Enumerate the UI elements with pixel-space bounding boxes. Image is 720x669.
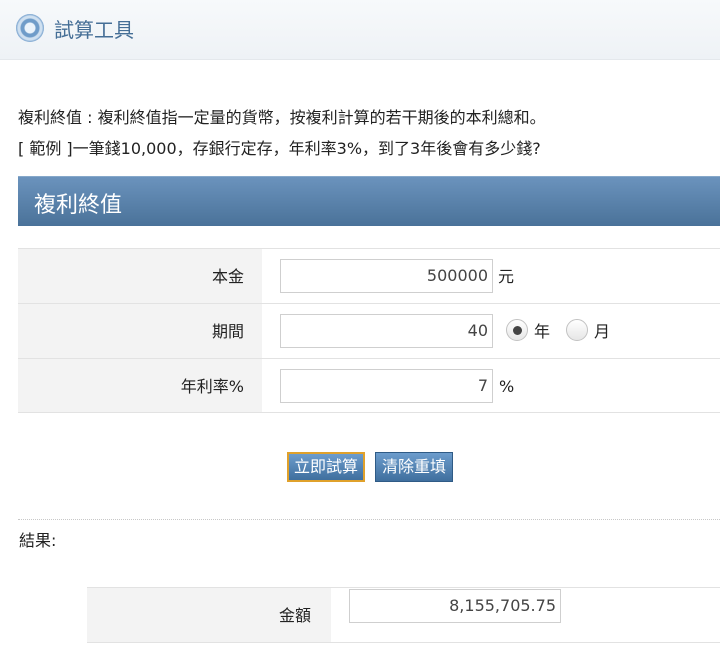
principal-input[interactable]: 500000 — [280, 259, 493, 293]
section-header: 複利終值 — [18, 176, 720, 226]
period-month-radio[interactable] — [566, 319, 588, 341]
period-input[interactable]: 40 — [280, 314, 493, 348]
rate-row: 年利率% 7 % — [18, 358, 720, 413]
rate-input[interactable]: 7 — [280, 369, 493, 403]
period-year-label[interactable]: 年 — [534, 304, 550, 359]
compass-ring-icon — [16, 14, 44, 42]
rate-unit: % — [499, 377, 515, 396]
principal-row: 本金 500000 元 — [18, 248, 720, 303]
period-label: 期間 — [18, 304, 262, 358]
period-year-radio[interactable] — [506, 319, 528, 341]
amount-label: 金額 — [87, 588, 331, 642]
calculator-form: 本金 500000 元 期間 40 年 月 年利率% 7 % — [18, 248, 720, 413]
result-heading: 結果: — [19, 531, 57, 550]
period-row: 期間 40 年 月 — [18, 303, 720, 358]
intro-definition: 複利終值 : 複利終值指一定量的貨幣，按複利計算的若干期後的本利總和。 — [18, 108, 546, 127]
principal-label: 本金 — [18, 249, 262, 303]
amount-value: 8,155,705.75 — [349, 589, 561, 623]
principal-unit: 元 — [498, 267, 515, 286]
period-month-label[interactable]: 月 — [594, 304, 610, 359]
reset-button[interactable]: 清除重填 — [375, 452, 453, 482]
app-title: 試算工具 — [54, 18, 134, 42]
result-row: 金額 8,155,705.75 — [87, 587, 720, 643]
intro-example: [ 範例 ]一筆錢10,000，存銀行定存，年利率3%，到了3年後會有多少錢? — [18, 139, 541, 158]
top-bar: 試算工具 — [0, 0, 720, 60]
section-title: 複利終值 — [34, 193, 123, 218]
rate-label: 年利率% — [18, 359, 262, 412]
calculate-button[interactable]: 立即試算 — [287, 452, 365, 482]
divider — [18, 519, 720, 520]
